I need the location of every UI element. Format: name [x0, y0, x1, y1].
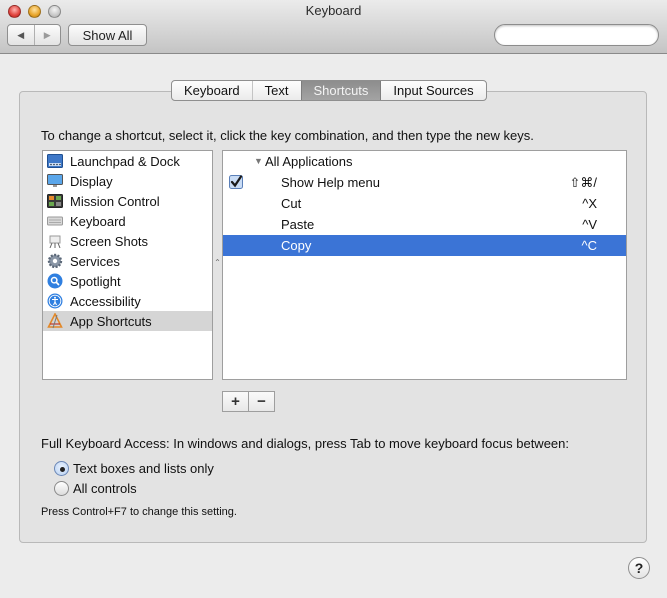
- shortcut-key[interactable]: ^X: [582, 196, 597, 211]
- category-label: Services: [70, 253, 120, 269]
- category-label: Spotlight: [70, 273, 121, 289]
- tab-keyboard[interactable]: Keyboard: [172, 81, 252, 100]
- disclosure-triangle-icon[interactable]: ▼: [254, 156, 263, 166]
- back-button[interactable]: ◀: [8, 25, 34, 45]
- category-mission-control[interactable]: Mission Control: [43, 191, 212, 211]
- gear-icon: [46, 253, 64, 269]
- category-accessibility[interactable]: Accessibility: [43, 291, 212, 311]
- category-label: Screen Shots: [70, 233, 149, 249]
- display-icon: [46, 173, 64, 189]
- window-title: Keyboard: [305, 3, 362, 18]
- shortcut-checkbox[interactable]: [229, 175, 243, 189]
- category-launchpad-dock[interactable]: Launchpad & Dock: [43, 151, 212, 171]
- mission-control-icon: [46, 193, 64, 209]
- forward-button[interactable]: ▶: [33, 25, 61, 45]
- radio-label: All controls: [73, 481, 137, 496]
- add-remove-control: + −: [222, 391, 275, 412]
- category-label: Launchpad & Dock: [70, 153, 180, 169]
- show-all-button[interactable]: Show All: [68, 24, 147, 46]
- shortcut-row[interactable]: Cut ^X: [223, 193, 626, 214]
- shortcut-key[interactable]: ⇧⌘/: [569, 175, 597, 191]
- keyboard-access-hint: Press Control+F7 to change this setting.: [41, 506, 237, 518]
- screen-shots-icon: [46, 233, 64, 249]
- tab-bar: Keyboard Text Shortcuts Input Sources: [171, 80, 487, 101]
- category-services[interactable]: Services: [43, 251, 212, 271]
- category-list[interactable]: Launchpad & Dock Display Mission Control…: [42, 150, 213, 380]
- category-display[interactable]: Display: [43, 171, 212, 191]
- shortcut-row[interactable]: Paste ^V: [223, 214, 626, 235]
- help-icon: ?: [634, 560, 644, 576]
- search-field[interactable]: [494, 24, 662, 46]
- radio-text-boxes-lists[interactable]: Text boxes and lists only: [54, 461, 214, 476]
- tab-input-sources[interactable]: Input Sources: [380, 81, 485, 100]
- radio-all-controls[interactable]: All controls: [54, 481, 137, 496]
- help-button[interactable]: ?: [628, 557, 650, 579]
- tab-shortcuts[interactable]: Shortcuts: [300, 81, 381, 100]
- shortcut-list[interactable]: ▼ All Applications Show Help menu ⇧⌘/ Cu…: [222, 150, 627, 380]
- category-label: Keyboard: [70, 213, 126, 229]
- back-arrow-icon: ◀: [17, 29, 25, 40]
- shortcut-name: Copy: [281, 238, 312, 253]
- forward-arrow-icon: ▶: [43, 29, 51, 40]
- radio-button[interactable]: [54, 481, 69, 496]
- remove-shortcut-button[interactable]: −: [248, 392, 274, 411]
- launchpad-dock-icon: [46, 153, 64, 169]
- shortcut-key[interactable]: ^C: [582, 238, 598, 253]
- shortcut-key[interactable]: ^V: [582, 217, 597, 232]
- category-label: Mission Control: [70, 193, 160, 209]
- radio-label: Text boxes and lists only: [73, 461, 214, 476]
- title-bar: Keyboard ◀ ▶ Show All: [0, 0, 667, 54]
- instructions-text: To change a shortcut, select it, click t…: [41, 128, 534, 143]
- split-view-resize-handle[interactable]: ⌃: [213, 258, 222, 268]
- search-input[interactable]: [501, 26, 662, 44]
- shortcut-row-selected[interactable]: Copy ^C: [223, 235, 626, 256]
- back-forward-control: ◀ ▶: [7, 24, 61, 46]
- accessibility-icon: [46, 293, 64, 309]
- group-label: All Applications: [265, 154, 353, 169]
- keyboard-icon: [46, 213, 64, 229]
- shortcut-name: Show Help menu: [281, 175, 380, 190]
- shortcut-row[interactable]: Show Help menu ⇧⌘/: [223, 172, 626, 193]
- category-label: Display: [70, 173, 113, 189]
- shortcut-name: Paste: [281, 217, 315, 232]
- category-label: App Shortcuts: [70, 313, 152, 329]
- category-spotlight[interactable]: Spotlight: [43, 271, 212, 291]
- app-shortcuts-icon: [46, 313, 64, 329]
- category-label: Accessibility: [70, 293, 141, 309]
- tab-text[interactable]: Text: [251, 81, 301, 100]
- shortcut-group-all-applications[interactable]: ▼ All Applications: [223, 151, 626, 172]
- add-shortcut-button[interactable]: +: [223, 392, 248, 411]
- radio-button-selected[interactable]: [54, 461, 69, 476]
- category-keyboard[interactable]: Keyboard: [43, 211, 212, 231]
- category-screen-shots[interactable]: Screen Shots: [43, 231, 212, 251]
- category-app-shortcuts[interactable]: App Shortcuts: [43, 311, 212, 331]
- full-keyboard-access-label: Full Keyboard Access: In windows and dia…: [41, 436, 569, 451]
- shortcut-name: Cut: [281, 196, 302, 211]
- spotlight-icon: [46, 273, 64, 289]
